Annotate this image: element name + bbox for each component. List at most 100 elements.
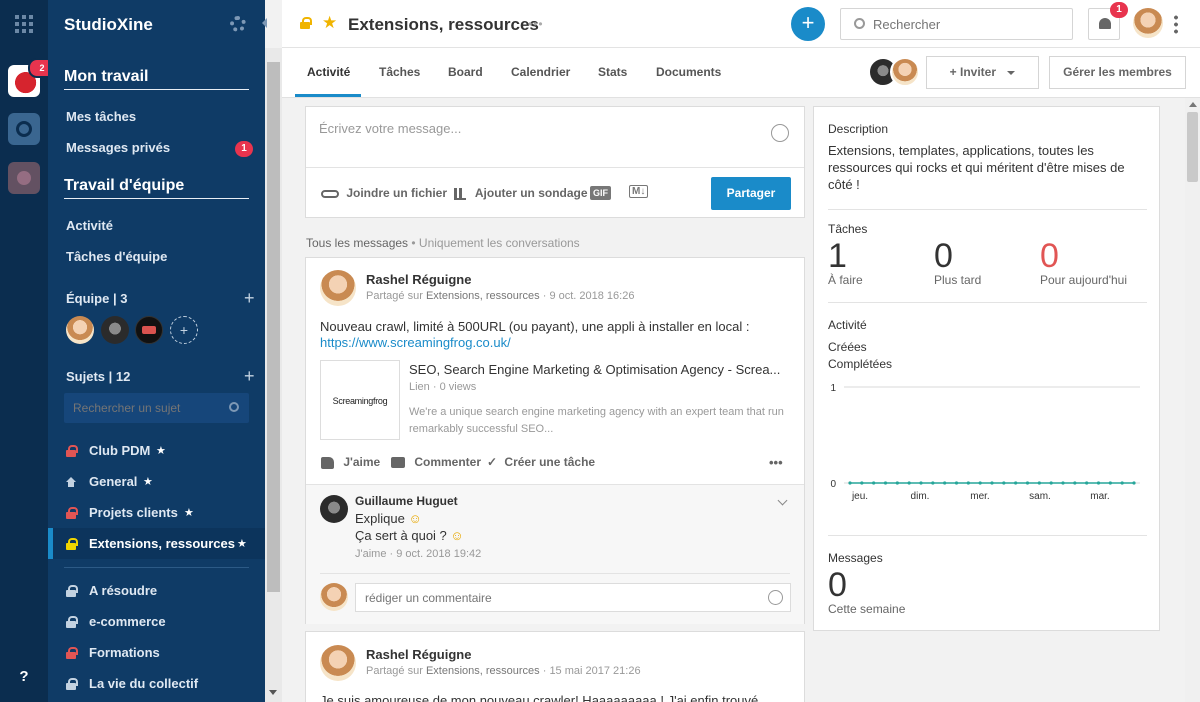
member-avatar[interactable] [890, 57, 920, 87]
comment-input-box[interactable] [355, 583, 791, 612]
post-more-icon[interactable]: ••• [769, 455, 783, 470]
post-url-link[interactable]: https://www.screamingfrog.co.uk/ [320, 335, 511, 350]
search-box[interactable] [840, 8, 1073, 40]
subject-search[interactable] [64, 393, 249, 423]
star-icon[interactable]: ★ [237, 537, 247, 550]
share-button[interactable]: Partager [711, 177, 791, 210]
create-task-button[interactable]: ✓ Créer une tâche [487, 455, 595, 469]
data-point [883, 481, 888, 485]
lock-icon [66, 647, 78, 659]
tab-stats[interactable]: Stats [598, 65, 627, 79]
tab-calendar[interactable]: Calendrier [511, 65, 570, 79]
star-icon[interactable]: ★ [184, 506, 194, 519]
sidebar-item-private-messages[interactable]: Messages privés [66, 140, 170, 155]
team-avatar[interactable] [101, 316, 129, 344]
add-poll-button[interactable]: Ajouter un sondage [454, 186, 588, 200]
link-preview[interactable]: Screamingfrog SEO, Search Engine Marketi… [320, 360, 790, 440]
collapse-sidebar-icon[interactable] [262, 18, 267, 28]
scroll-up-arrow-icon[interactable] [1189, 102, 1197, 107]
subject-item-a-resoudre[interactable]: A résoudre [66, 583, 251, 601]
notifications-badge: 1 [1110, 2, 1128, 18]
emoji-icon[interactable] [771, 124, 789, 142]
invite-button[interactable]: + Inviter [926, 56, 1039, 89]
author-avatar[interactable] [320, 270, 356, 306]
add-member-circle-icon[interactable]: + [170, 316, 198, 344]
author-avatar[interactable] [320, 645, 356, 681]
data-point [848, 481, 852, 485]
emoji-icon[interactable] [768, 590, 783, 605]
comment-input[interactable] [356, 584, 756, 611]
sidebar-item-my-tasks[interactable]: Mes tâches [66, 109, 136, 124]
tab-documents[interactable]: Documents [656, 65, 721, 79]
star-icon[interactable]: ★ [156, 444, 166, 457]
main-scrollbar[interactable] [1185, 98, 1200, 702]
preview-title[interactable]: SEO, Search Engine Marketing & Optimisat… [409, 362, 790, 377]
subject-item-e-commerce[interactable]: e-commerce [66, 614, 251, 632]
kebab-menu-icon[interactable] [1174, 14, 1178, 34]
star-icon[interactable]: ★ [143, 475, 153, 488]
markdown-button[interactable]: M↓ [629, 185, 649, 198]
comment-button[interactable]: Commenter [391, 455, 481, 469]
comment-author[interactable]: Guillaume Huguet [355, 494, 458, 508]
favorite-star-icon[interactable]: ★ [322, 13, 337, 33]
comment-options-chevron-icon[interactable] [777, 495, 788, 506]
tab-activity[interactable]: Activité [307, 65, 350, 79]
subject-search-input[interactable] [64, 393, 224, 423]
message-composer: Écrivez votre message... Joindre un fich… [305, 106, 805, 218]
main-scrollbar-thumb[interactable] [1187, 112, 1198, 182]
scroll-down-arrow-icon[interactable] [269, 690, 277, 695]
workspace-third[interactable] [8, 162, 40, 194]
tab-tasks[interactable]: Tâches [379, 65, 420, 79]
user-avatar[interactable] [1133, 8, 1163, 38]
team-avatar[interactable] [66, 316, 94, 344]
task-stat-todo-value[interactable]: 1 [828, 237, 847, 276]
apps-grid-icon[interactable] [15, 15, 33, 33]
activity-chart: 1 0 jeu. dim. mer. sam. mar. [830, 383, 1140, 502]
add-team-member-icon[interactable]: + [244, 289, 255, 307]
subject-name: General [89, 474, 138, 489]
manage-members-button[interactable]: Gérer les membres [1049, 56, 1186, 89]
subject-item-formations[interactable]: Formations [66, 645, 251, 663]
tab-board[interactable]: Board [448, 65, 483, 79]
message-input[interactable]: Écrivez votre message... [319, 121, 461, 136]
comment-label: Commenter [414, 455, 482, 469]
workspace-second[interactable] [8, 113, 40, 145]
settings-gear-icon[interactable] [230, 16, 246, 32]
sidebar-scrollbar-thumb[interactable] [267, 62, 280, 592]
post-subject-link[interactable]: Extensions, ressources [426, 290, 540, 302]
title-more-icon[interactable]: ••• [528, 17, 544, 31]
subject-item-la-vie-du-collectif[interactable]: La vie du collectif [66, 676, 251, 694]
active-indicator [48, 528, 53, 559]
task-stat-later-value[interactable]: 0 [934, 237, 953, 276]
post-subject-link[interactable]: Extensions, ressources [426, 665, 540, 677]
search-icon [854, 18, 865, 29]
my-work-heading[interactable]: Mon travail [64, 68, 148, 86]
data-point [954, 481, 959, 485]
sidebar-item-team-tasks[interactable]: Tâches d'équipe [66, 249, 167, 264]
commenter-avatar[interactable] [320, 495, 348, 523]
filter-conversations[interactable]: Uniquement les conversations [419, 236, 580, 250]
messages-period: Cette semaine [828, 602, 906, 616]
subject-name: Club PDM [89, 443, 151, 458]
attach-file-button[interactable]: Joindre un fichier [321, 186, 447, 200]
sidebar-item-activity[interactable]: Activité [66, 218, 113, 233]
team-avatar[interactable] [135, 316, 163, 344]
add-button[interactable]: + [791, 7, 825, 41]
gif-button[interactable]: GIF [590, 186, 611, 200]
post-author[interactable]: Rashel Réguigne [366, 647, 471, 662]
like-button[interactable]: J'aime [321, 455, 380, 469]
data-point [1025, 481, 1030, 485]
subject-item-club-pdm[interactable]: Club PDM ★ [66, 443, 251, 461]
team-work-heading[interactable]: Travail d'équipe [64, 177, 184, 195]
activity-title: Activité [828, 318, 867, 332]
subject-name: e-commerce [89, 614, 166, 629]
subject-item-general[interactable]: General ★ [66, 474, 251, 492]
subject-item-projets-clients[interactable]: Projets clients ★ [66, 505, 251, 523]
filter-all-messages[interactable]: Tous les messages [306, 236, 408, 250]
post-author[interactable]: Rashel Réguigne [366, 272, 471, 287]
task-stat-today-value[interactable]: 0 [1040, 237, 1059, 276]
subject-item-extensions-active[interactable]: Extensions, ressources ★ [48, 528, 265, 559]
add-subject-icon[interactable]: + [244, 367, 255, 385]
help-button[interactable]: ? [0, 668, 48, 685]
search-input[interactable] [873, 9, 1063, 39]
